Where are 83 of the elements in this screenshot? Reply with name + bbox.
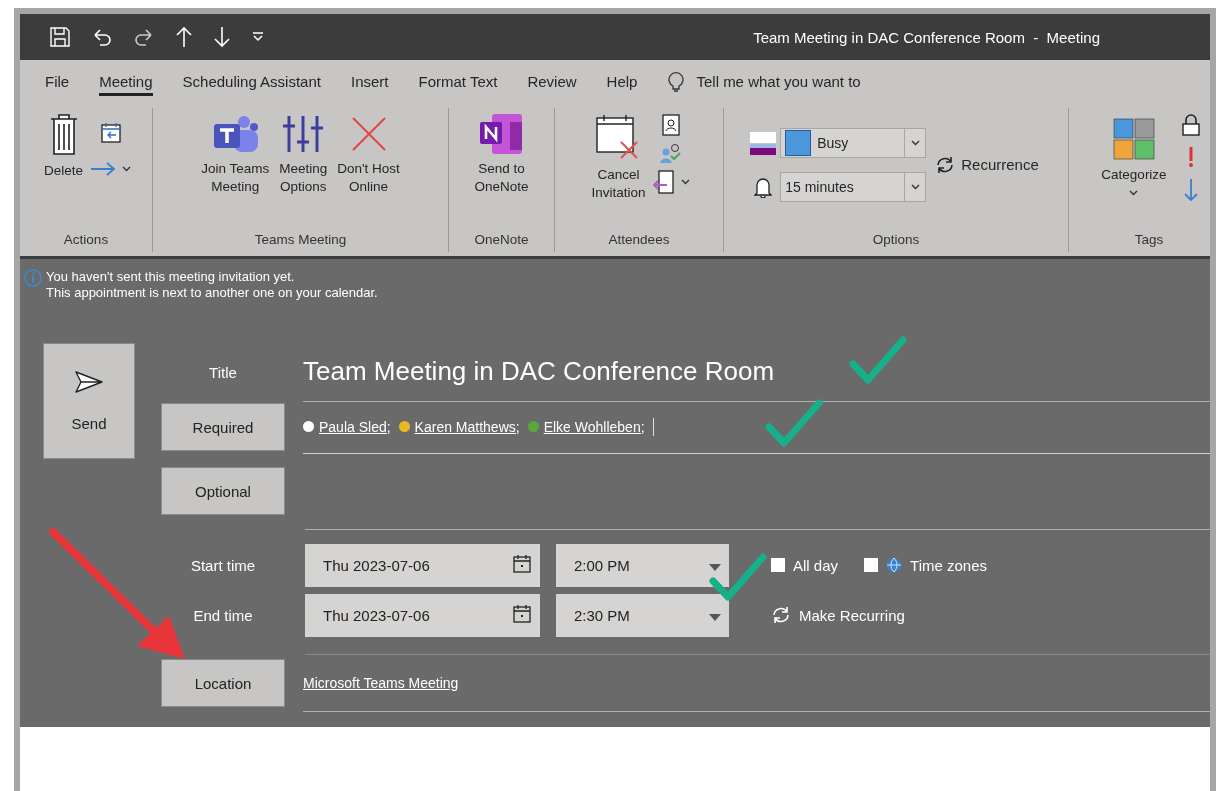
reminder-dropdown[interactable]: 15 minutes (780, 172, 927, 202)
annotation-checkmark-icon (848, 334, 908, 386)
start-label: Start time (190, 556, 256, 574)
location-button[interactable]: Location (161, 659, 285, 707)
title-label: Title (209, 363, 237, 381)
caret-icon (910, 184, 920, 190)
categorize-button[interactable]: Categorize (1098, 114, 1170, 196)
lightbulb-icon (668, 70, 685, 92)
cancel-invitation-button[interactable]: Cancel Invitation (588, 114, 649, 202)
group-label: Actions (62, 232, 110, 249)
ribbon-tab[interactable]: Format Text (403, 66, 513, 96)
customize-toolbar-icon[interactable] (252, 32, 264, 42)
color-squares-icon (1113, 118, 1155, 160)
end-date-field[interactable]: Thu 2023-07-06 (305, 593, 540, 637)
door-arrow-icon (652, 170, 675, 194)
tell-me-field[interactable]: Tell me what you want to (668, 70, 861, 92)
group-label: Teams Meeting (253, 232, 348, 249)
calendar-icon (512, 553, 532, 574)
window-title: Team Meeting in DAC Conference Room - Meeting (753, 28, 1100, 46)
busy-swatch-icon (785, 130, 812, 156)
join-teams-meeting-button[interactable]: Join Teams Meeting (198, 114, 273, 196)
start-time-field[interactable]: 2:00 PM (556, 543, 729, 587)
dropdown-arrow-icon (709, 613, 721, 621)
exclamation-icon[interactable] (1187, 146, 1194, 168)
end-label: End time (193, 606, 253, 624)
info-icon (24, 269, 42, 287)
lock-icon[interactable] (1181, 114, 1200, 136)
group-label: Options (871, 232, 921, 249)
teams-logo-icon (212, 114, 259, 154)
title-field[interactable]: Team Meeting in DAC Conference Room (303, 356, 775, 387)
annotation-checkmark-icon (708, 551, 768, 603)
recurrence-icon (935, 156, 956, 174)
start-date-field[interactable]: Thu 2023-07-06 (305, 543, 540, 587)
globe-icon (886, 557, 903, 573)
show-as-dropdown[interactable]: Busy (780, 128, 927, 158)
up-arrow-icon[interactable] (176, 26, 192, 48)
meeting-options-button[interactable]: Meeting Options (276, 114, 331, 196)
optional-button[interactable]: Optional (161, 467, 285, 515)
ribbon-tab[interactable]: Insert (335, 66, 404, 96)
bell-icon (754, 176, 773, 198)
caret-icon (910, 140, 920, 146)
sliders-icon (281, 114, 326, 154)
ribbon-tab[interactable]: Meeting (84, 66, 168, 96)
redo-icon[interactable] (134, 27, 154, 47)
all-day-checkbox[interactable]: All day (771, 556, 839, 574)
group-label: OneNote (473, 232, 530, 249)
send-to-onenote-button[interactable]: Send to OneNote (471, 114, 532, 196)
location-link[interactable]: Microsoft Teams Meeting (303, 674, 459, 691)
dropdown-arrow-icon (709, 563, 721, 571)
attendee-link[interactable]: Paula Sled; (319, 418, 391, 435)
delete-button[interactable]: Delete (41, 114, 86, 180)
ribbon-tab[interactable]: Scheduling Assistant (167, 66, 336, 96)
caret-icon (1129, 189, 1139, 196)
response-dropdown[interactable] (652, 170, 690, 194)
ribbon-tab[interactable]: Help (591, 66, 653, 96)
ribbon-tab[interactable]: Review (512, 66, 592, 96)
make-recurring-button[interactable]: Make Recurring (771, 606, 905, 624)
undo-icon[interactable] (92, 27, 112, 47)
recurrence-button[interactable]: Recurrence (932, 155, 1042, 175)
save-icon[interactable] (50, 27, 70, 47)
group-label: Attendees (607, 232, 671, 249)
time-zones-checkbox[interactable]: Time zones (864, 556, 987, 574)
trash-icon (48, 114, 79, 156)
group-label: Tags (1133, 232, 1165, 249)
right-arrow-icon (90, 162, 116, 176)
calendar-icon (512, 603, 532, 624)
ribbon-tab[interactable]: File (30, 66, 85, 96)
end-time-field[interactable]: 2:30 PM (556, 593, 729, 637)
attendee-link[interactable]: Elke Wohlleben; (543, 418, 645, 435)
attendee-link[interactable]: Karen Matthews; (414, 418, 520, 435)
caret-icon (680, 179, 690, 185)
recurrence-icon (771, 606, 791, 624)
send-icon (75, 370, 103, 393)
send-button[interactable]: Send (43, 343, 135, 459)
onenote-logo-icon (480, 114, 523, 154)
address-book-icon[interactable] (662, 114, 680, 136)
caret-icon (122, 166, 131, 172)
availability-icon (750, 131, 777, 155)
people-icon[interactable] (659, 142, 683, 164)
required-button[interactable]: Required (161, 403, 285, 451)
annotation-checkmark-icon (764, 397, 824, 449)
info-message: You haven't sent this meeting invitation yet. This appointment is next to another one on your calendar. (46, 269, 378, 301)
dont-host-online-button[interactable]: Don't Host Online (334, 114, 403, 196)
